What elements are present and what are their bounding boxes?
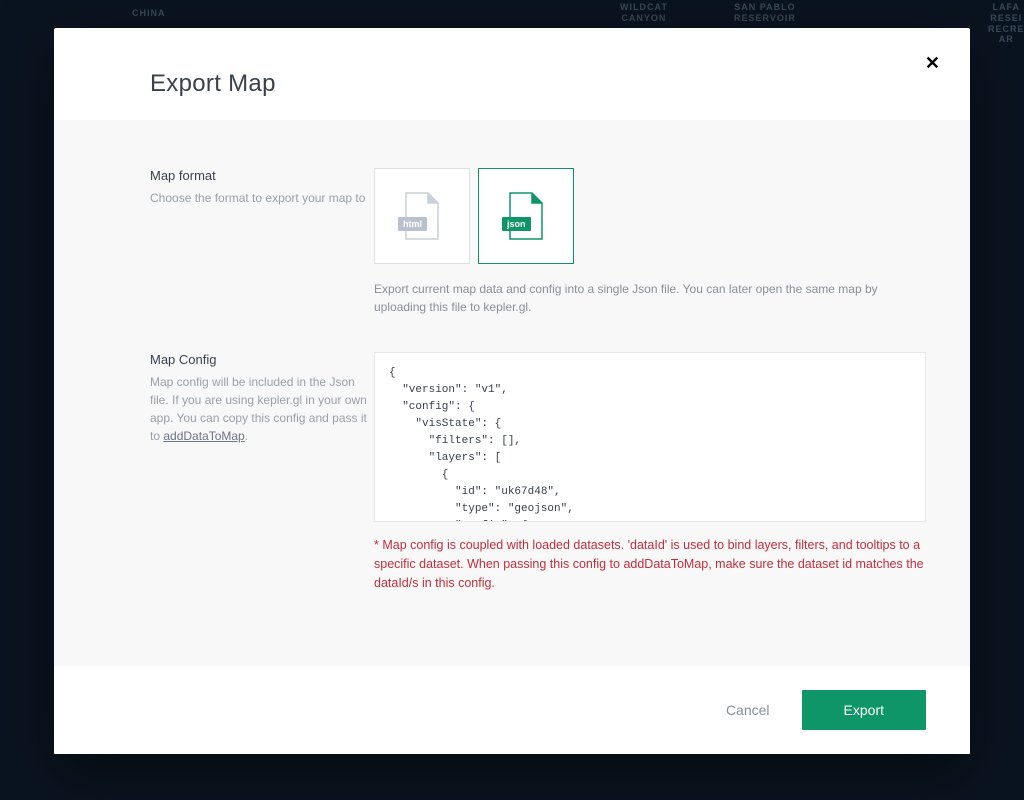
map-label: LAFA RESEI RECRE AR [988,2,1024,45]
file-label-json: json [502,217,531,231]
export-button[interactable]: Export [802,690,926,730]
file-json-icon: json [506,191,546,241]
map-format-section: Map format Choose the format to export y… [150,168,926,316]
add-data-to-map-link[interactable]: addDataToMap [163,429,244,443]
modal-header: Export Map ✕ [54,28,970,120]
export-map-modal: Export Map ✕ Map format Choose the forma… [54,28,970,754]
map-label: CHINA [132,8,166,19]
map-label: SAN PABLO RESERVOIR [734,2,796,24]
map-label: WILDCAT CANYON [620,2,668,24]
modal-body: Map format Choose the format to export y… [54,120,970,666]
modal-title: Export Map [150,70,874,98]
section-subtext: Choose the format to export your map to [150,189,374,207]
format-description: Export current map data and config into … [374,280,926,316]
modal-footer: Cancel Export [54,666,970,754]
cancel-button[interactable]: Cancel [726,702,770,718]
file-html-icon: html [402,191,442,241]
file-label-html: html [398,217,427,231]
section-heading: Map Config [150,352,374,367]
section-heading: Map format [150,168,374,183]
section-subtext: Map config will be included in the Json … [150,373,374,445]
config-code-box[interactable]: { "version": "v1", "config": { "visState… [374,352,926,522]
config-warning: * Map config is coupled with loaded data… [374,536,926,592]
format-options: html json [374,168,926,264]
map-config-section: Map Config Map config will be included i… [150,352,926,592]
format-option-html[interactable]: html [374,168,470,264]
format-option-json[interactable]: json [478,168,574,264]
close-icon[interactable]: ✕ [925,54,940,72]
